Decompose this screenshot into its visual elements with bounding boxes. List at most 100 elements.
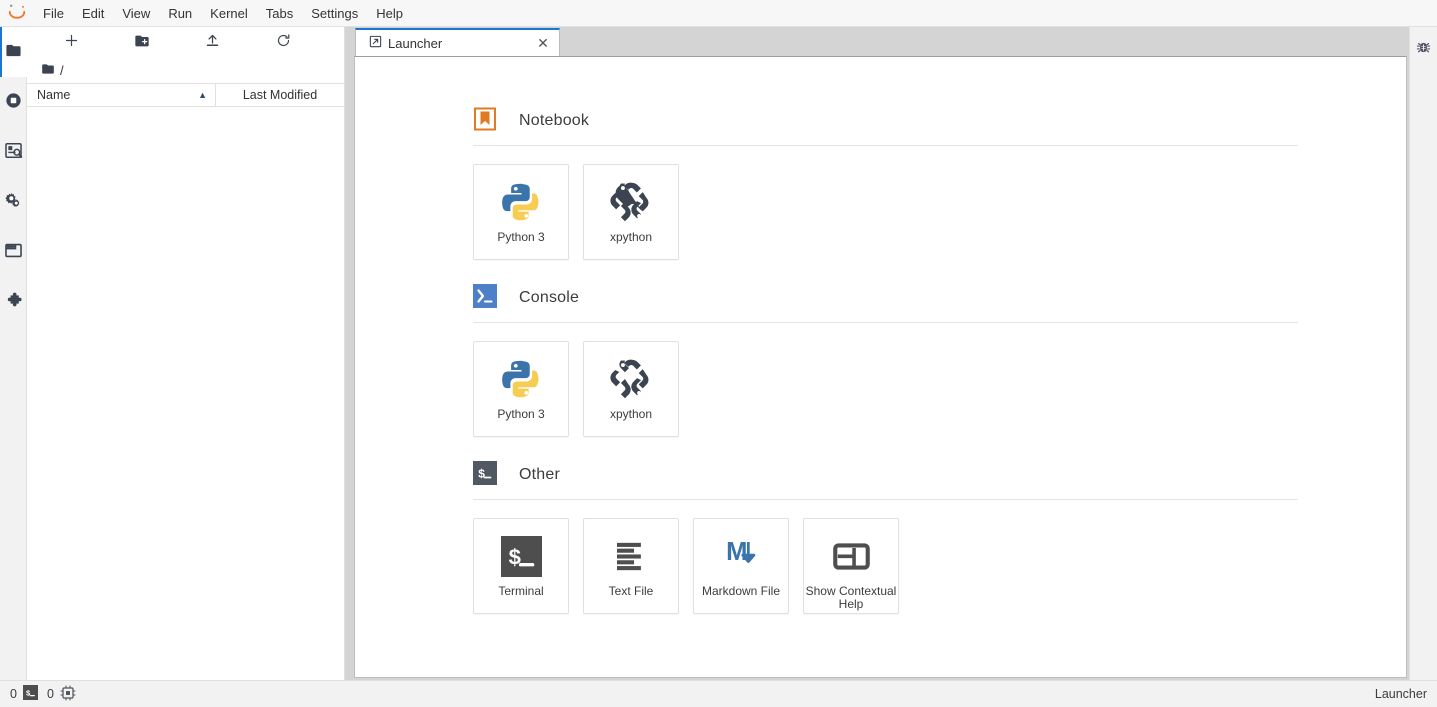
close-icon[interactable]: ✕ xyxy=(535,35,551,51)
panel-splitter-handle[interactable] xyxy=(345,27,352,680)
menu-view[interactable]: View xyxy=(113,0,159,27)
launcher-section-notebook-title: Notebook xyxy=(519,112,589,130)
launcher-section-console: Console Python xyxy=(355,284,1406,455)
sort-ascending-icon: ▲ xyxy=(198,90,207,100)
status-terminals[interactable]: 0 $ xyxy=(10,685,38,703)
sidebar-item-debugger[interactable] xyxy=(1410,27,1437,71)
status-terminals-count: 0 xyxy=(10,687,17,701)
svg-text:$: $ xyxy=(26,690,31,698)
launcher-card-console-xpython-label: xpython xyxy=(610,408,652,421)
new-launcher-button[interactable] xyxy=(61,29,82,55)
plus-icon xyxy=(64,33,79,51)
tab-launcher-label: Launcher xyxy=(388,36,529,51)
column-header-name-label: Name xyxy=(37,88,70,102)
menu-run[interactable]: Run xyxy=(159,0,201,27)
status-current-view[interactable]: Launcher xyxy=(1375,687,1427,701)
launcher-card-terminal[interactable]: $ Terminal xyxy=(473,518,569,614)
launcher-card-notebook-python3-label: Python 3 xyxy=(497,231,544,244)
launcher-card-text-file[interactable]: Text File xyxy=(583,518,679,614)
launcher-icon xyxy=(369,35,382,51)
launcher-card-console-python3-label: Python 3 xyxy=(497,408,544,421)
breadcrumb-path[interactable]: / xyxy=(60,63,64,78)
sidebar-item-file-browser[interactable] xyxy=(0,27,27,77)
launcher-card-notebook-python3[interactable]: Python 3 xyxy=(473,164,569,260)
launcher-card-console-xpython[interactable]: xpython xyxy=(583,341,679,437)
menu-file[interactable]: File xyxy=(34,0,73,27)
svg-text:$: $ xyxy=(508,546,521,571)
running-icon xyxy=(4,91,23,113)
commands-icon xyxy=(4,141,23,163)
terminal-icon: $ xyxy=(23,685,38,703)
refresh-icon xyxy=(276,33,291,51)
left-activity-bar xyxy=(0,27,27,680)
tab-launcher[interactable]: Launcher ✕ xyxy=(355,28,560,56)
python-logo-icon xyxy=(500,357,543,401)
column-header-last-modified[interactable]: Last Modified xyxy=(216,84,344,106)
menu-bar: File Edit View Run Kernel Tabs Settings … xyxy=(0,0,1437,27)
launcher-card-markdown-file[interactable]: M Markdown File xyxy=(693,518,789,614)
sidebar-item-open-tabs[interactable] xyxy=(0,227,27,277)
launcher-card-contextual-help[interactable]: Show Contextual Help xyxy=(803,518,899,614)
sidebar-item-running-terminals[interactable] xyxy=(0,77,27,127)
sidebar-item-commands[interactable] xyxy=(0,127,27,177)
svg-text:M: M xyxy=(726,537,747,565)
kernel-chip-icon xyxy=(60,685,76,704)
launcher-section-notebook: Notebook Pytho xyxy=(355,107,1406,278)
menu-kernel[interactable]: Kernel xyxy=(201,0,257,27)
launcher-card-notebook-xpython-label: xpython xyxy=(610,231,652,244)
notebook-icon xyxy=(473,107,497,134)
terminal-icon: $ xyxy=(501,534,542,578)
launcher-card-markdown-file-label: Markdown File xyxy=(702,585,780,598)
menu-help[interactable]: Help xyxy=(367,0,412,27)
launcher-card-console-python3[interactable]: Python 3 xyxy=(473,341,569,437)
jupyterlab-window: File Edit View Run Kernel Tabs Settings … xyxy=(0,0,1437,707)
tabs-icon xyxy=(4,241,23,263)
file-browser-toolbar xyxy=(27,27,344,57)
launcher-panel: Notebook Pytho xyxy=(354,56,1407,678)
launcher-section-console-cards: Python 3 xyxy=(473,323,1298,455)
python-logo-icon xyxy=(500,180,543,224)
contextual-help-icon xyxy=(831,534,872,578)
launcher-section-console-title: Console xyxy=(519,289,579,307)
main-dock-area: Launcher ✕ xyxy=(352,27,1409,680)
file-list-header: Name ▲ Last Modified xyxy=(27,83,344,107)
launcher-section-other-title: Other xyxy=(519,466,560,484)
folder-icon xyxy=(5,42,22,62)
refresh-file-list-button[interactable] xyxy=(273,29,294,55)
bug-icon xyxy=(1415,39,1432,59)
folder-icon xyxy=(41,62,55,79)
launcher-card-notebook-xpython[interactable]: xpython xyxy=(583,164,679,260)
tab-bar: Launcher ✕ xyxy=(352,27,1409,56)
upload-icon xyxy=(205,33,220,51)
terminal-icon: $ xyxy=(473,461,497,488)
menu-edit[interactable]: Edit xyxy=(73,0,113,27)
console-icon xyxy=(473,284,497,311)
markdown-icon: M xyxy=(721,534,762,578)
status-kernels-count: 0 xyxy=(47,687,54,701)
launcher-card-text-file-label: Text File xyxy=(609,585,654,598)
launcher-card-contextual-help-label: Show Contextual Help xyxy=(805,585,897,611)
new-folder-button[interactable] xyxy=(132,29,153,55)
sidebar-item-kernels[interactable] xyxy=(0,177,27,227)
launcher-section-other: $ Other xyxy=(355,461,1406,632)
column-header-last-modified-label: Last Modified xyxy=(243,88,317,102)
upload-files-button[interactable] xyxy=(203,29,224,55)
file-browser-panel: / Name ▲ Last Modified xyxy=(27,27,345,680)
text-file-icon xyxy=(611,534,652,578)
status-bar: 0 $ 0 xyxy=(0,680,1437,707)
jupyter-logo-icon xyxy=(0,0,34,27)
sidebar-item-extension-manager[interactable] xyxy=(0,277,27,327)
status-current-view-label: Launcher xyxy=(1375,687,1427,701)
xpython-logo-icon xyxy=(609,357,653,401)
extension-icon xyxy=(4,291,23,313)
launcher-section-other-cards: $ Terminal xyxy=(473,500,1298,632)
file-list[interactable] xyxy=(27,107,344,680)
right-activity-bar xyxy=(1409,27,1437,680)
status-kernels[interactable]: 0 xyxy=(47,685,76,704)
menu-tabs[interactable]: Tabs xyxy=(257,0,302,27)
launcher-section-notebook-cards: Python 3 xyxy=(473,146,1298,278)
breadcrumb[interactable]: / xyxy=(27,57,344,83)
svg-text:$: $ xyxy=(478,468,485,482)
column-header-name[interactable]: Name ▲ xyxy=(27,84,216,106)
menu-settings[interactable]: Settings xyxy=(302,0,367,27)
